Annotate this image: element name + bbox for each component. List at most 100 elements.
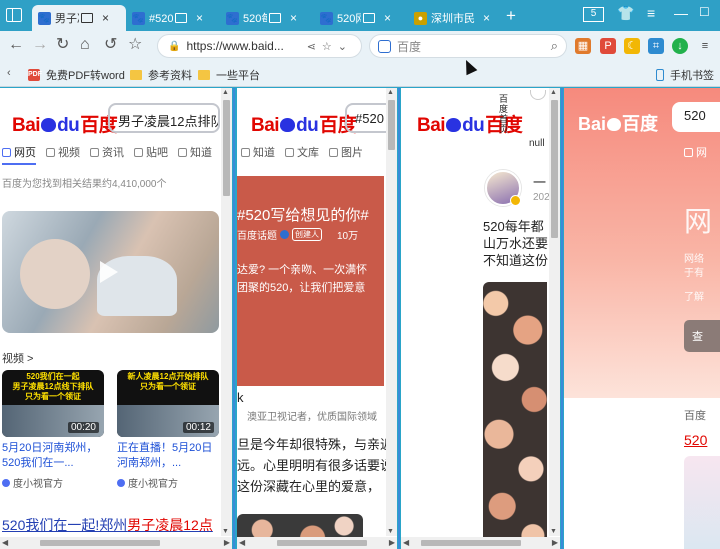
undo-close-icon[interactable]: ↺ xyxy=(104,37,117,53)
scroll-left-icon[interactable]: ◀ xyxy=(239,538,245,547)
baidu-logo[interactable]: Bai du百度 xyxy=(251,110,357,137)
apps-grid-icon[interactable]: ▦ xyxy=(575,38,591,54)
baidu-home-label[interactable]: 百度首页 xyxy=(499,94,510,134)
video-card-2[interactable]: 新人凌晨12点开始排队 只为看一个领证 00:12 xyxy=(117,370,219,437)
scroll-right-icon[interactable]: ▶ xyxy=(224,538,230,547)
maximize-button[interactable]: ☐ xyxy=(699,5,710,19)
home-icon[interactable]: ⌂ xyxy=(80,37,90,53)
scroll-up-icon[interactable]: ▲ xyxy=(387,89,394,96)
pane-divider[interactable] xyxy=(561,88,563,549)
tab-preview-icon[interactable] xyxy=(175,13,187,23)
scrollbar-thumb[interactable] xyxy=(223,100,230,196)
window-count-badge[interactable]: 5 xyxy=(583,7,604,22)
bookmark-pdf-to-word[interactable]: PDF 免费PDF转word xyxy=(28,67,125,83)
tab-2[interactable]: 🐾 #520写给想见的你# × xyxy=(126,5,220,31)
search-category-tab[interactable]: 网 xyxy=(684,144,707,160)
vertical-scrollbar[interactable]: ▲ ▼ xyxy=(386,88,397,536)
scroll-up-icon[interactable]: ▲ xyxy=(550,89,557,96)
tab-zhidao[interactable]: 知道 xyxy=(178,144,212,165)
search-input[interactable]: 男子凌晨12点排队 xyxy=(108,103,220,133)
scrollbar-thumb[interactable] xyxy=(551,100,558,238)
main-video-thumbnail[interactable] xyxy=(2,211,219,333)
skin-icon[interactable]: 👕 xyxy=(617,5,634,22)
share-star-dropdown-icons[interactable]: ⋖☆⌄ xyxy=(307,40,353,53)
tab-1[interactable]: 🐾 男子凌晨12点排队 × xyxy=(32,5,126,31)
result-title-link[interactable]: 520 xyxy=(684,432,707,448)
favorite-star-icon[interactable]: ☆ xyxy=(128,37,142,53)
tab-wenku[interactable]: 文库 xyxy=(285,144,319,160)
close-tab-icon[interactable]: × xyxy=(290,11,297,25)
tab-4[interactable]: 🐾 520网页 × xyxy=(314,5,408,31)
vertical-scrollbar[interactable]: ▲ ▼ xyxy=(549,88,560,536)
close-tab-icon[interactable]: × xyxy=(384,11,391,25)
scroll-right-icon[interactable]: ▶ xyxy=(552,538,558,547)
night-mode-icon[interactable]: ☾ xyxy=(624,38,640,54)
video-caption[interactable]: 正在直播！5月20日河南郑州，... xyxy=(117,441,221,471)
video-section-label[interactable]: 视频 > xyxy=(2,350,33,366)
horizontal-scrollbar[interactable]: ◀ ▶ xyxy=(401,537,560,549)
new-tab-button[interactable]: + xyxy=(506,6,516,26)
author-name[interactable]: 一 xyxy=(533,172,546,191)
author-avatar[interactable] xyxy=(485,170,521,206)
bookmark-platforms[interactable]: 一些平台 xyxy=(198,67,260,83)
horizontal-scrollbar[interactable]: ◀ ▶ xyxy=(237,537,397,549)
tab-preview-icon[interactable] xyxy=(269,13,281,23)
scrollbar-thumb[interactable] xyxy=(421,540,521,546)
download-icon[interactable]: ↓ xyxy=(672,38,688,54)
scroll-up-icon[interactable]: ▲ xyxy=(222,89,229,96)
video-card-1[interactable]: 520我们在一起 男子凌晨12点线下排队 只为看一个领证 00:20 xyxy=(2,370,104,437)
more-menu-icon[interactable]: ≡ xyxy=(697,38,713,54)
tab-preview-icon[interactable] xyxy=(81,13,93,23)
result-title-link[interactable]: 520我们在一起!郑州男子凌晨12点 xyxy=(2,515,213,535)
baidu-search-engine-icon[interactable] xyxy=(378,39,391,53)
reload-icon[interactable]: ↻ xyxy=(56,37,69,53)
scroll-down-icon[interactable]: ▼ xyxy=(387,528,394,535)
minimize-button[interactable]: — xyxy=(674,5,688,21)
vertical-scrollbar[interactable]: ▲ ▼ xyxy=(221,88,232,536)
scrollbar-thumb[interactable] xyxy=(40,540,160,546)
tab-video[interactable]: 视频 xyxy=(46,144,80,165)
search-input[interactable]: 520 xyxy=(672,102,720,132)
scroll-down-icon[interactable]: ▼ xyxy=(550,528,557,535)
scrollbar-thumb[interactable] xyxy=(277,540,367,546)
search-box[interactable]: 百度 ⌕ xyxy=(369,34,567,58)
scroll-down-icon[interactable]: ▼ xyxy=(222,528,229,535)
close-tab-icon[interactable]: × xyxy=(102,11,109,25)
search-icon[interactable]: ⌕ xyxy=(551,38,558,54)
back-icon[interactable]: ← xyxy=(8,37,24,53)
menu-icon[interactable]: ≡ xyxy=(647,5,655,21)
sidebar-toggle-icon[interactable] xyxy=(6,8,22,22)
tab-preview-icon[interactable] xyxy=(363,13,375,23)
tab-news[interactable]: 资讯 xyxy=(90,144,124,165)
promo-button[interactable]: 查 xyxy=(684,320,720,352)
scroll-right-icon[interactable]: ▶ xyxy=(389,538,395,547)
result-image[interactable] xyxy=(684,456,720,549)
forward-icon[interactable]: → xyxy=(32,37,48,53)
tab-web[interactable]: 网页 xyxy=(2,144,36,165)
pdf-extension-icon[interactable]: P xyxy=(600,38,616,54)
scrollbar-thumb[interactable] xyxy=(388,100,395,150)
tab-tieba[interactable]: 贴吧 xyxy=(134,144,168,165)
mobile-bookmarks[interactable]: 手机书签 xyxy=(656,67,714,83)
bookmark-reference[interactable]: 参考资料 xyxy=(130,67,192,83)
topic-banner[interactable]: #520写给想见的你# 百度话题 创建人 10万 达爱? 一个亲吻、一次满怀 团… xyxy=(237,176,384,386)
screenshot-icon[interactable]: ⌗ xyxy=(648,38,664,54)
video-caption[interactable]: 5月20日河南郑州，520我们在一... xyxy=(2,441,106,471)
tab-5[interactable]: ● 深圳市民 × xyxy=(408,5,504,31)
pane-divider[interactable] xyxy=(398,88,400,549)
promo-more-link[interactable]: 了解 xyxy=(684,288,704,303)
baidu-logo[interactable]: Bai du百度 xyxy=(12,110,118,137)
tab-zhidao[interactable]: 知道 xyxy=(241,144,275,160)
bookmark-collapse-icon[interactable]: ‹ xyxy=(7,67,11,79)
horizontal-scrollbar[interactable]: ◀ ▶ xyxy=(0,537,232,549)
tab-3[interactable]: 🐾 520每年都有 × xyxy=(220,5,314,31)
address-bar[interactable]: 🔒 https://www.baid... ⋖☆⌄ xyxy=(157,34,362,58)
baidu-logo-white[interactable]: Bai 百度 xyxy=(578,110,658,136)
play-icon[interactable] xyxy=(100,261,118,283)
topic-title[interactable]: #520写给想见的你# xyxy=(237,204,369,225)
rose-image[interactable] xyxy=(483,282,547,549)
pane-divider[interactable] xyxy=(233,88,235,549)
scroll-left-icon[interactable]: ◀ xyxy=(403,538,409,547)
close-tab-icon[interactable]: × xyxy=(483,11,490,25)
close-tab-icon[interactable]: × xyxy=(196,11,203,25)
